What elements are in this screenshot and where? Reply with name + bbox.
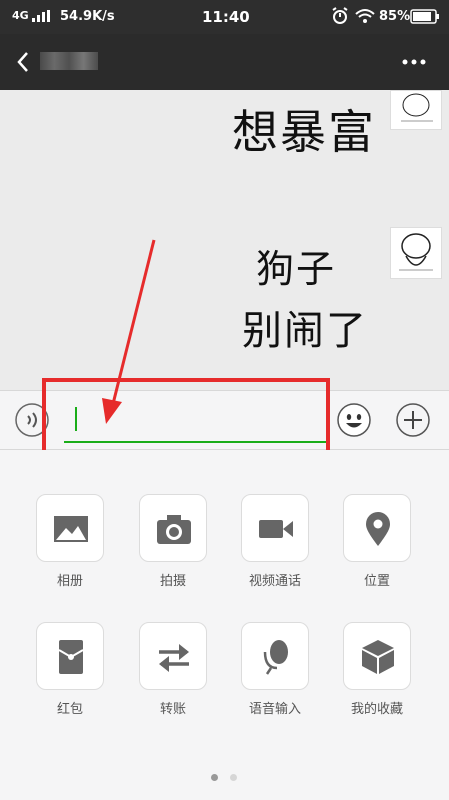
red-packet-icon [58,640,84,674]
video-call-button[interactable] [241,494,309,562]
location-label: 位置 [363,574,390,589]
favorites-label: 我的收藏 [350,702,403,717]
chevron-left-icon[interactable] [12,48,36,76]
alarm-icon [331,7,349,29]
video-call-icon [259,520,293,538]
transfer-label: 转账 [159,702,186,717]
chat-area: 想暴富 狗子 别闹了 [0,90,449,390]
mic-icon [263,640,288,675]
status-bar: 4G 54.9K/s 11:40 85% [0,0,449,34]
wifi-icon [355,8,375,28]
clock: 11:40 [202,8,250,26]
page-dot[interactable] [230,774,237,781]
message-text: 想暴富 [232,105,376,159]
voice-input-label: 语音输入 [248,702,301,717]
video-call-label: 视频通话 [248,574,301,589]
emoji-icon[interactable] [336,402,372,438]
message-line-1: 狗子 [256,247,337,291]
network-type: 4G [12,9,29,22]
doodle-sticker[interactable] [390,227,442,279]
network-speed: 54.9K/s [60,9,115,24]
message-line-2: 别闹了 [242,308,368,354]
camera-icon [157,515,191,544]
doodle-sticker[interactable] [390,90,442,130]
contact-name [40,52,98,70]
transfer-button[interactable] [139,622,207,690]
signal-icon [32,10,54,26]
more-dots-icon[interactable] [400,54,430,70]
camera-label: 拍摄 [159,574,186,589]
favorites-button[interactable] [343,622,411,690]
album-button[interactable] [36,494,104,562]
red-packet-button[interactable] [36,622,104,690]
feature-panel: 相册 拍摄 视频通话 位置 红包 转账 语音输入 我的收藏 [0,450,449,800]
highlight-box [42,378,330,458]
plus-icon[interactable] [395,402,431,438]
red-packet-label: 红包 [56,702,83,717]
chat-header [0,34,449,90]
location-button[interactable] [343,494,411,562]
annotation-arrow [102,239,156,424]
camera-button[interactable] [139,494,207,562]
album-icon [54,516,88,542]
battery-level: 85% [379,9,411,24]
voice-input-button[interactable] [241,622,309,690]
location-icon [366,512,390,546]
favorites-icon [362,640,394,674]
page-dot-active[interactable] [211,774,218,781]
battery-icon [410,9,440,28]
transfer-icon [159,644,189,672]
album-label: 相册 [56,574,83,589]
